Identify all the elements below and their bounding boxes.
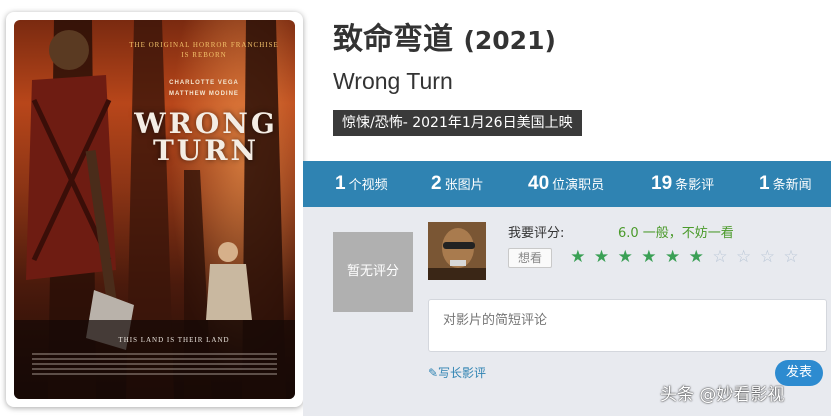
star-icon-1[interactable]: ★ xyxy=(566,247,590,267)
stat-news[interactable]: 1 条新闻 xyxy=(759,173,812,195)
star-icon-10[interactable]: ☆ xyxy=(779,247,803,267)
stat-reviews[interactable]: 19 条影评 xyxy=(651,173,714,195)
poster-logo: WRONG TURN xyxy=(126,107,286,167)
movie-poster[interactable]: THE ORIGINAL HORROR FRANCHISE IS REBORN … xyxy=(14,20,295,399)
stat-news-label: 条新闻 xyxy=(772,178,812,193)
poster-logo-line-2: TURN xyxy=(152,134,260,167)
star-icon-4[interactable]: ★ xyxy=(637,247,661,267)
star-icon-7[interactable]: ☆ xyxy=(708,247,732,267)
poster-cast-2: MATTHEW MODINE xyxy=(169,91,239,97)
stat-images[interactable]: 2 张图片 xyxy=(431,173,484,195)
poster-cast-1: CHARLOTTE VEGA xyxy=(169,80,239,86)
movie-detail-page: THE ORIGINAL HORROR FRANCHISE IS REBORN … xyxy=(0,0,831,416)
stat-videos-label: 个视频 xyxy=(348,178,388,193)
movie-year: (2021) xyxy=(463,26,556,55)
star-icon-3[interactable]: ★ xyxy=(613,247,637,267)
stat-reviews-label: 条影评 xyxy=(675,178,715,193)
watermark: 头条 @妙看影视 xyxy=(660,385,785,405)
write-review-link[interactable]: ✎写长影评 xyxy=(428,364,486,381)
poster-credits-block xyxy=(32,350,277,382)
stat-cast-count: 40 xyxy=(528,173,550,194)
stat-reviews-count: 19 xyxy=(651,173,673,194)
poster-logo-line-1: WRONG xyxy=(134,107,278,140)
poster-tagline: THE ORIGINAL HORROR FRANCHISE IS REBORN xyxy=(129,41,279,59)
stat-images-label: 张图片 xyxy=(444,178,484,193)
star-rating[interactable]: ★ ★ ★ ★ ★ ★ ☆ ☆ ☆ ☆ xyxy=(566,247,803,267)
star-icon-8[interactable]: ☆ xyxy=(732,247,756,267)
avatar-image xyxy=(428,222,486,280)
poster-card: THE ORIGINAL HORROR FRANCHISE IS REBORN … xyxy=(6,12,303,407)
stat-images-count: 2 xyxy=(431,173,442,194)
no-rating-box: 暂无评分 xyxy=(333,232,413,312)
stat-videos[interactable]: 1 个视频 xyxy=(335,173,388,195)
genre-release-tag: 惊悚/恐怖- 2021年1月26日美国上映 xyxy=(333,110,582,136)
user-avatar[interactable] xyxy=(428,222,486,280)
stats-bar: 1 个视频 2 张图片 40 位演职员 19 条影评 1 条新闻 xyxy=(303,161,831,207)
stat-cast[interactable]: 40 位演职员 xyxy=(528,173,604,195)
stat-cast-label: 位演职员 xyxy=(552,178,605,193)
poster-bottom-tagline: THIS LAND IS THEIR LAND xyxy=(118,336,230,344)
my-rating-label: 我要评分: xyxy=(508,226,565,241)
poster-cast: CHARLOTTE VEGA MATTHEW MODINE xyxy=(154,78,254,100)
movie-title: 致命弯道 (2021) xyxy=(333,14,556,58)
stat-videos-count: 1 xyxy=(335,173,346,194)
star-icon-9[interactable]: ☆ xyxy=(756,247,780,267)
star-icon-5[interactable]: ★ xyxy=(661,247,685,267)
star-icon-6[interactable]: ★ xyxy=(684,247,708,267)
score-text: 6.0 一般，不妨一看 xyxy=(618,226,734,241)
movie-title-cn: 致命弯道 xyxy=(333,22,453,57)
want-to-watch-button[interactable]: 想看 xyxy=(508,248,552,268)
movie-title-en: Wrong Turn xyxy=(333,68,453,94)
star-icon-2[interactable]: ★ xyxy=(590,247,614,267)
stat-news-count: 1 xyxy=(759,173,770,194)
comment-input[interactable] xyxy=(428,299,827,352)
